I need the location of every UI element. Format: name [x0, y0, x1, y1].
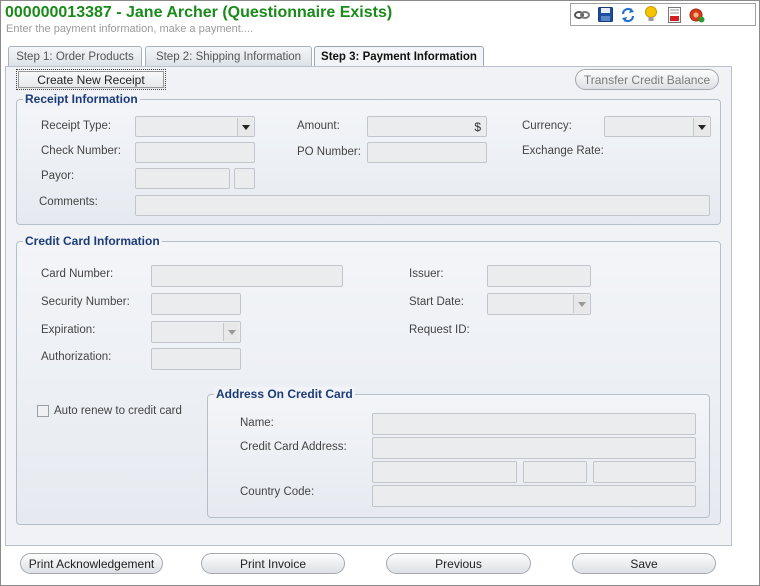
- name-label: Name:: [240, 417, 274, 429]
- chevron-down-icon[interactable]: [693, 118, 709, 136]
- credit-card-address-label: Credit Card Address:: [240, 441, 347, 453]
- receipt-type-select[interactable]: [135, 116, 255, 137]
- create-new-receipt-button[interactable]: Create New Receipt: [16, 69, 166, 90]
- issuer-label: Issuer:: [409, 268, 444, 280]
- state-input[interactable]: [523, 461, 587, 483]
- lightbulb-icon[interactable]: [642, 6, 660, 24]
- po-number-input[interactable]: [367, 142, 487, 163]
- country-code-label: Country Code:: [240, 486, 315, 498]
- transfer-credit-balance-button[interactable]: Transfer Credit Balance: [575, 69, 719, 90]
- payor-input[interactable]: [135, 168, 230, 189]
- currency-symbol: $: [474, 120, 481, 134]
- receipt-information-legend: Receipt Information: [23, 92, 140, 106]
- security-number-input[interactable]: [151, 293, 241, 315]
- chevron-down-icon[interactable]: [573, 295, 589, 313]
- comments-label: Comments:: [39, 196, 98, 208]
- name-input[interactable]: [372, 413, 696, 435]
- address-line-input[interactable]: [372, 437, 696, 459]
- po-number-label: PO Number:: [297, 146, 361, 158]
- security-number-label: Security Number:: [41, 296, 130, 308]
- expiration-select[interactable]: [151, 321, 241, 343]
- report-icon[interactable]: [665, 6, 683, 24]
- authorization-label: Authorization:: [41, 351, 112, 363]
- tab-payment-information[interactable]: Step 3: Payment Information: [314, 46, 484, 67]
- card-number-label: Card Number:: [41, 268, 114, 280]
- expiration-label: Expiration:: [41, 324, 96, 336]
- auto-renew-checkbox[interactable]: [37, 405, 49, 417]
- start-date-select[interactable]: [487, 293, 591, 315]
- page-subtitle: Enter the payment information, make a pa…: [6, 23, 254, 35]
- exchange-rate-label: Exchange Rate:: [522, 145, 604, 157]
- city-input[interactable]: [372, 461, 517, 483]
- payor-label: Payor:: [41, 170, 75, 182]
- amount-label: Amount:: [297, 120, 340, 132]
- chevron-down-icon[interactable]: [223, 323, 239, 341]
- check-number-input[interactable]: [135, 142, 255, 163]
- tab-shipping-information[interactable]: Step 2: Shipping Information: [145, 46, 312, 66]
- currency-label: Currency:: [522, 120, 572, 132]
- country-code-input[interactable]: [372, 485, 696, 507]
- save-icon[interactable]: [596, 6, 614, 24]
- postal-code-input[interactable]: [593, 461, 696, 483]
- tab-order-products[interactable]: Step 1: Order Products: [8, 46, 142, 66]
- issuer-input[interactable]: [487, 265, 591, 287]
- check-number-label: Check Number:: [41, 145, 121, 157]
- card-number-input[interactable]: [151, 265, 343, 287]
- toolbar: [570, 3, 756, 26]
- print-invoice-button[interactable]: Print Invoice: [201, 553, 345, 574]
- address-on-credit-card-legend: Address On Credit Card: [214, 387, 355, 401]
- chevron-down-icon[interactable]: [237, 118, 253, 136]
- receipt-type-label: Receipt Type:: [41, 120, 112, 132]
- previous-button[interactable]: Previous: [386, 553, 531, 574]
- start-date-label: Start Date:: [409, 296, 464, 308]
- auto-renew-label: Auto renew to credit card: [54, 405, 182, 417]
- refresh-icon[interactable]: [619, 6, 637, 24]
- link-icon[interactable]: [573, 6, 591, 24]
- amount-input[interactable]: $: [367, 116, 487, 137]
- request-id-label: Request ID:: [409, 324, 470, 336]
- print-acknowledgement-button[interactable]: Print Acknowledgement: [20, 553, 163, 574]
- page-title: 000000013387 - Jane Archer (Questionnair…: [5, 4, 393, 21]
- save-button[interactable]: Save: [572, 553, 716, 574]
- comments-input[interactable]: [135, 195, 710, 216]
- payor-lookup-button[interactable]: [234, 168, 255, 189]
- credit-card-information-legend: Credit Card Information: [23, 234, 162, 248]
- currency-select[interactable]: [604, 116, 711, 137]
- authorization-input[interactable]: [151, 348, 241, 370]
- delete-icon[interactable]: [688, 6, 706, 24]
